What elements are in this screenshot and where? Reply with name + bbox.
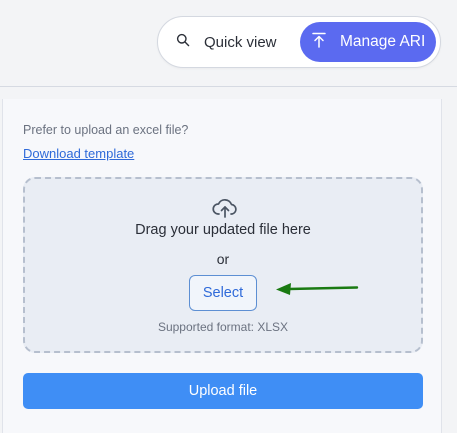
drag-instruction: Drag your updated file here [135,222,311,238]
or-separator: or [216,251,230,267]
supported-format-text: Supported format: XLSX [157,320,289,334]
view-toggle: Quick view Manage ARI [157,16,441,68]
upload-file-button[interactable]: Upload file [23,373,423,409]
cloud-upload-icon [212,197,238,219]
top-bar: Quick view Manage ARI [0,0,457,87]
manage-ari-label: Manage ARI [340,33,426,50]
quick-view-button[interactable]: Quick view [168,23,300,61]
file-dropzone[interactable]: Drag your updated file here or Select Su… [23,177,423,353]
page: Quick view Manage ARI Prefer to upload a… [0,0,457,433]
manage-ari-button[interactable]: Manage ARI [300,22,436,62]
search-icon [176,33,190,51]
upload-panel: Prefer to upload an excel file? Download… [2,99,442,433]
upload-arrow-icon [310,31,328,54]
quick-view-label: Quick view [204,33,277,51]
select-file-button[interactable]: Select [189,275,257,311]
annotation-arrow-icon [273,278,363,300]
upload-prompt-text: Prefer to upload an excel file? [23,123,189,137]
download-template-link[interactable]: Download template [23,146,134,161]
